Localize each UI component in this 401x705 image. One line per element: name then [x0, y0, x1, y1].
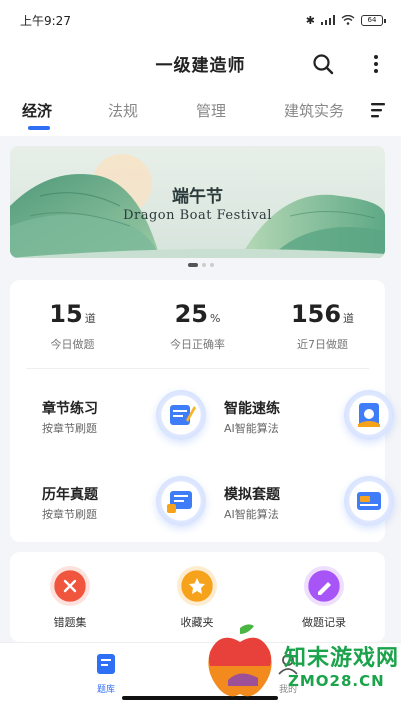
- nav-label: 题库: [96, 685, 115, 695]
- status-bar: 上午9:27 ✱ 64: [0, 0, 401, 40]
- stat-unit: 道: [343, 312, 355, 325]
- tab-economy[interactable]: 经济: [22, 100, 52, 121]
- feature-subtitle: AI智能算法: [224, 422, 279, 435]
- stat-label: 近7日做题: [297, 338, 348, 351]
- tab-active-indicator: [28, 126, 50, 130]
- banner-title: 端午节: [172, 187, 223, 207]
- status-icons: ✱ 64: [305, 13, 386, 27]
- banner-pagination: [0, 263, 401, 267]
- smart-practice-icon: [344, 390, 394, 440]
- mock-exam-button[interactable]: 模拟套题 AI智能算法: [224, 476, 394, 532]
- practice-history-icon: [304, 566, 344, 606]
- tool-label: 错题集: [53, 616, 87, 629]
- pagination-dot[interactable]: [209, 263, 214, 267]
- chapter-practice-icon: [156, 390, 206, 440]
- favorites-icon: [177, 566, 217, 606]
- battery-level: 64: [367, 15, 377, 24]
- apple-logo-icon: [208, 624, 272, 697]
- stat-value: 15: [49, 300, 83, 328]
- past-exams-button[interactable]: 历年真题 按章节刷题: [42, 476, 206, 532]
- watermark-cn-text: 知末游戏网: [284, 646, 400, 671]
- tab-construction-practice[interactable]: 建筑实务: [284, 100, 344, 121]
- more-vertical-icon[interactable]: [371, 52, 381, 76]
- status-time: 上午9:27: [20, 13, 71, 28]
- stat-unit: %: [209, 312, 221, 325]
- stat-label: 今日正确率: [170, 338, 225, 351]
- site-watermark: 知末游戏网 ZMO28.CN: [198, 618, 401, 705]
- practice-card: 15 道 今日做题 25% 今日正确率 156 道 近7日做题 章节练习 按章节刷题…: [10, 280, 394, 542]
- watermark-en-text: ZMO28.CN: [288, 672, 385, 690]
- stat-unit: 道: [84, 312, 96, 325]
- wrong-questions-icon: [50, 566, 90, 606]
- feature-subtitle: 按章节刷题: [42, 422, 97, 435]
- page-title: 一级建造师: [155, 55, 246, 76]
- chapter-practice-button[interactable]: 章节练习 按章节刷题: [42, 390, 206, 446]
- feature-subtitle: 按章节刷题: [42, 508, 97, 521]
- tab-regulations[interactable]: 法规: [108, 100, 138, 121]
- smart-practice-button[interactable]: 智能速练 AI智能算法: [224, 390, 394, 446]
- stat-value: 156: [290, 300, 342, 328]
- battery-icon: 64: [361, 14, 386, 26]
- stat-label: 今日做题: [50, 338, 95, 351]
- banner-subtitle: Dragon Boat Festival: [123, 208, 272, 223]
- wrong-questions-button[interactable]: 错题集: [30, 566, 110, 630]
- app-header: 一级建造师: [0, 40, 401, 86]
- nav-question-bank[interactable]: 题库: [76, 653, 136, 695]
- wifi-icon: [341, 15, 355, 25]
- tab-management[interactable]: 管理: [196, 100, 226, 121]
- feature-subtitle: AI智能算法: [224, 508, 279, 521]
- stat-today-questions: 15 道 今日做题: [10, 300, 135, 352]
- promo-banner[interactable]: 端午节 Dragon Boat Festival: [10, 146, 385, 258]
- feature-title: 模拟套题: [224, 487, 280, 503]
- feature-title: 智能速练: [224, 401, 280, 417]
- stat-value: 25: [174, 300, 208, 328]
- mock-exam-icon: [344, 476, 394, 526]
- pagination-dot[interactable]: [201, 263, 206, 267]
- question-bank-icon: [97, 654, 115, 674]
- feature-title: 历年真题: [42, 487, 98, 503]
- bluetooth-icon: ✱: [305, 13, 315, 27]
- stat-week-questions: 156 道 近7日做题: [260, 300, 385, 352]
- stat-today-accuracy: 25% 今日正确率: [135, 300, 260, 352]
- signal-icon: [321, 15, 335, 25]
- past-exams-icon: [156, 476, 206, 526]
- divider: [26, 368, 369, 369]
- pagination-dot[interactable]: [187, 263, 198, 267]
- stats-row: 15 道 今日做题 25% 今日正确率 156 道 近7日做题: [10, 300, 385, 352]
- subject-tabs: 经济 法规 管理 建筑实务: [0, 86, 401, 136]
- search-icon[interactable]: [311, 52, 335, 76]
- feature-title: 章节练习: [42, 401, 98, 417]
- tabs-menu-icon[interactable]: [371, 102, 385, 118]
